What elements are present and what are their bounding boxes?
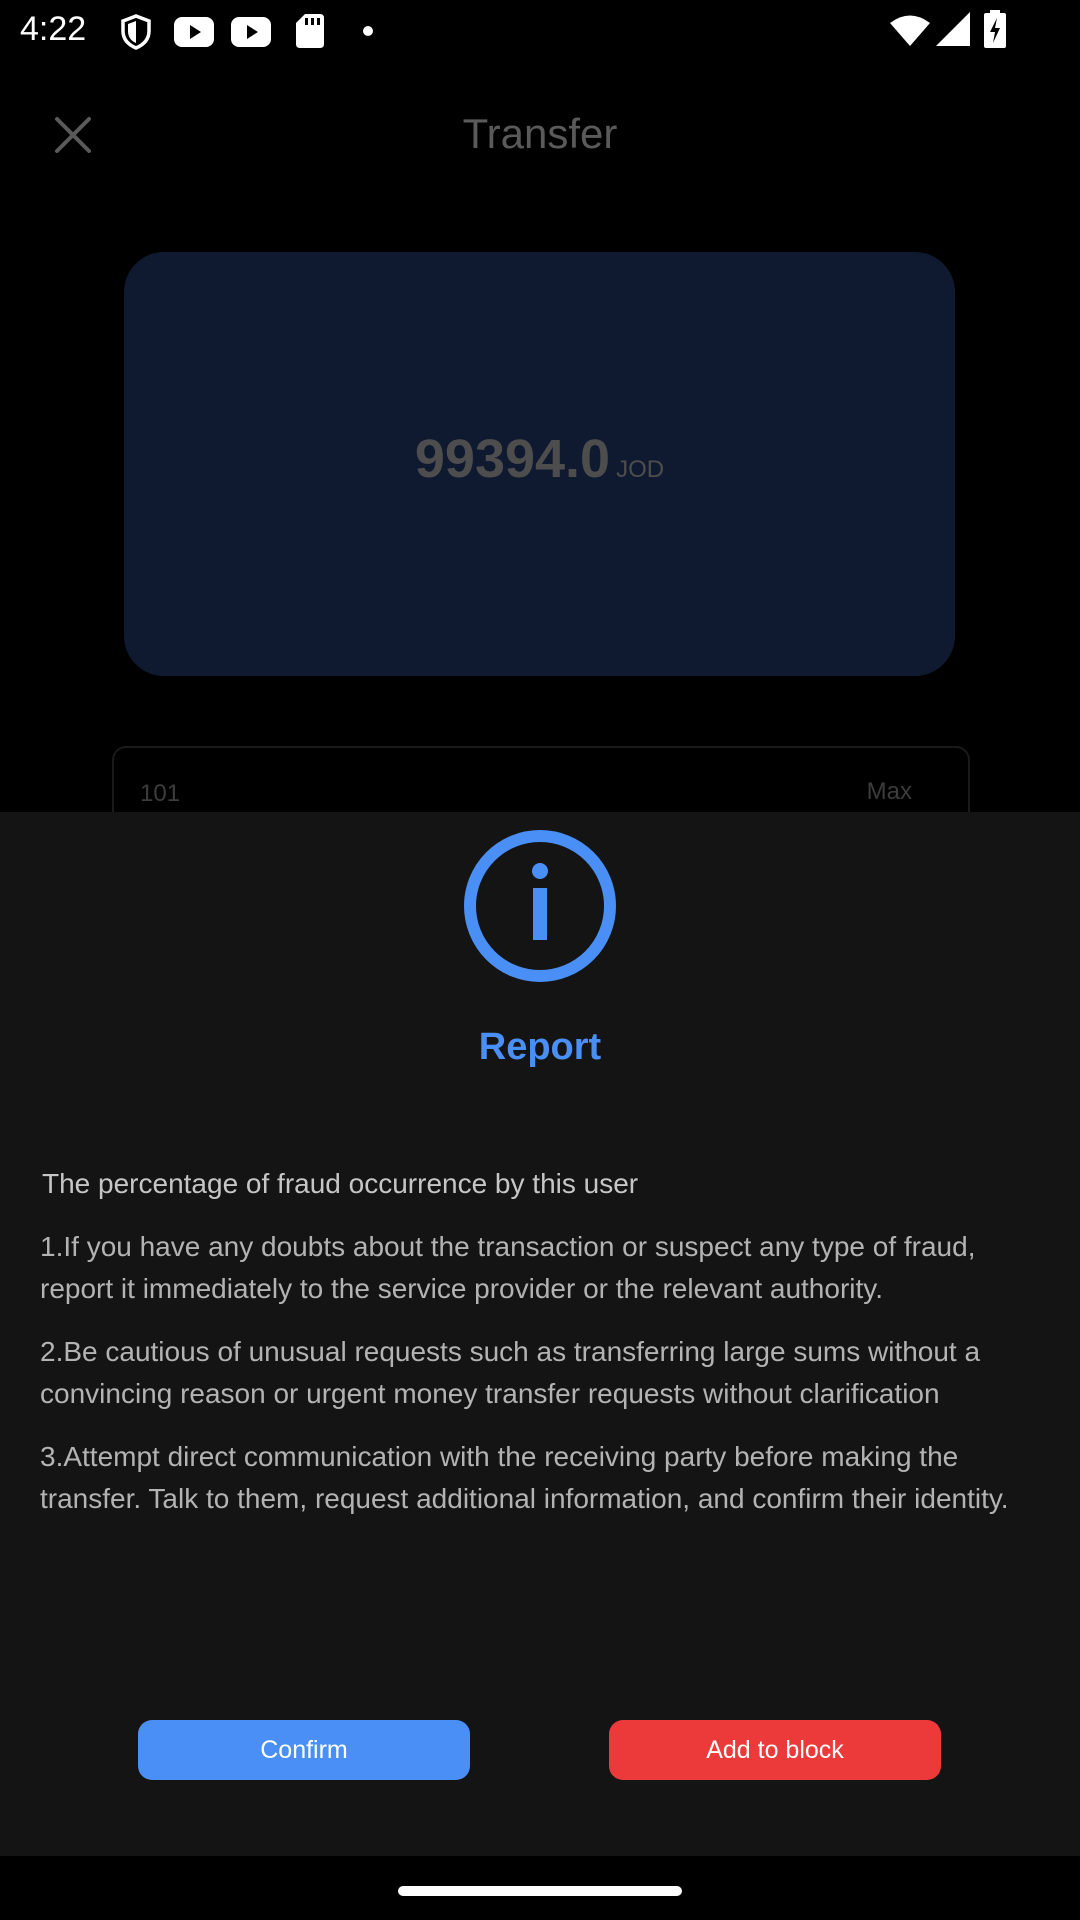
page-title: Transfer xyxy=(462,110,618,157)
balance-card: 99394.0 JOD xyxy=(124,252,955,676)
info-icon xyxy=(464,830,616,982)
max-button[interactable]: Max xyxy=(867,778,912,806)
amount-input-value: 101 xyxy=(140,780,181,807)
tip-item: 1.If you have any doubts about the trans… xyxy=(40,1231,976,1304)
confirm-button[interactable]: Confirm xyxy=(138,1720,470,1780)
youtube-icon xyxy=(174,17,214,47)
tip-item: 2.Be cautious of unusual requests such a… xyxy=(40,1336,981,1409)
home-indicator[interactable] xyxy=(398,1886,682,1896)
battery-charging-icon xyxy=(984,10,1006,48)
safety-tips: 1.If you have any doubts about the trans… xyxy=(40,1226,1050,1541)
report-dialog: Report The percentage of fraud occurrenc… xyxy=(0,812,1080,1856)
balance-amount: 99394.0 JOD xyxy=(124,428,955,490)
youtube-icon xyxy=(231,17,271,47)
tip-item: 3.Attempt direct communication with the … xyxy=(40,1441,1009,1514)
balance-currency: JOD xyxy=(616,456,665,483)
dialog-title: Report xyxy=(478,1026,602,1068)
balance-value: 99394.0 xyxy=(414,429,611,489)
wifi-icon xyxy=(890,15,930,46)
status-time: 4:22 xyxy=(20,10,87,48)
sd-card-icon xyxy=(296,14,324,48)
dot-icon xyxy=(363,26,373,36)
shield-icon xyxy=(121,14,151,50)
navigation-bar xyxy=(0,1856,1080,1920)
status-bar: 4:22 xyxy=(0,0,1080,64)
fraud-percentage-label: The percentage of fraud occurrence by th… xyxy=(42,1168,639,1199)
add-to-block-button[interactable]: Add to block xyxy=(609,1720,941,1780)
signal-icon xyxy=(936,12,970,46)
